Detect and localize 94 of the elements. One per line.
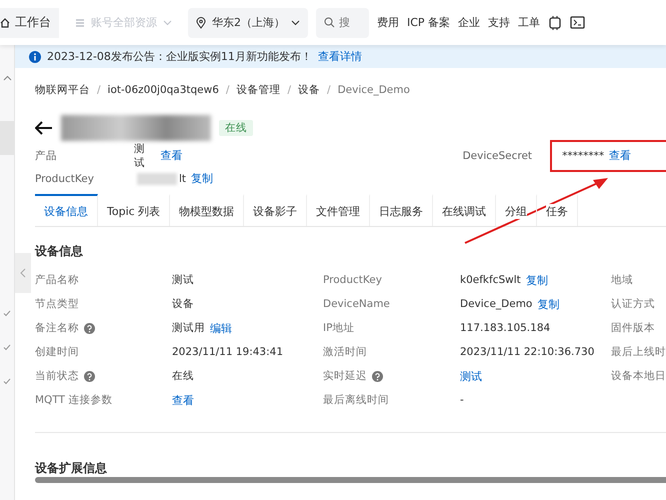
- tab[interactable]: 文件管理: [307, 194, 370, 226]
- action-link[interactable]: 查看: [172, 392, 194, 408]
- nav-link[interactable]: 支持: [488, 15, 510, 30]
- check-icon: [3, 378, 11, 385]
- caret-icon: [291, 20, 300, 26]
- search-field[interactable]: 搜: [316, 8, 369, 38]
- tab[interactable]: 物模型数据: [170, 194, 244, 226]
- breadcrumb-link[interactable]: 物联网平台: [35, 83, 90, 97]
- field-value: k0efkfcSwlt: [460, 274, 521, 286]
- field-label: 认证方式: [611, 297, 655, 311]
- field-value: 测试: [134, 142, 146, 170]
- field-value: 测试用: [172, 321, 205, 335]
- scrollbar[interactable]: [35, 477, 666, 483]
- region-dropdown[interactable]: 华东2（上海）: [188, 8, 308, 38]
- tab[interactable]: 设备信息: [35, 194, 98, 226]
- field-label: 创建时间: [35, 345, 79, 359]
- field-value: -: [460, 394, 464, 406]
- field-label: 产品名称: [35, 273, 79, 287]
- tab[interactable]: 日志服务: [370, 194, 434, 226]
- tab[interactable]: 任务: [537, 194, 578, 226]
- terminal-icon[interactable]: [570, 16, 586, 29]
- info-icon: [29, 50, 41, 62]
- secret-value: ********: [562, 150, 604, 162]
- field-value: 117.183.105.184: [460, 322, 550, 334]
- field-label: DeviceName: [323, 298, 390, 310]
- field-label: 最后上线时: [611, 345, 666, 359]
- field-label: IP地址: [323, 321, 354, 335]
- check-icon: [3, 310, 11, 317]
- tab[interactable]: Topic 列表: [98, 194, 170, 226]
- collapse-handle[interactable]: [15, 253, 31, 293]
- caret-icon: [163, 20, 172, 26]
- search-icon: [324, 17, 335, 28]
- details-link[interactable]: 查看详情: [318, 49, 362, 64]
- notice-text: 2023-12-08发布公告：企业版实例11月新功能发布！: [47, 49, 312, 64]
- stack-icon: [75, 18, 85, 28]
- field-label: 实时延迟: [323, 369, 367, 383]
- breadcrumb-separator: /: [327, 84, 331, 96]
- chevron-up-icon[interactable]: [2, 75, 12, 81]
- nav-link[interactable]: 企业: [458, 15, 480, 30]
- action-link[interactable]: 复制: [537, 296, 560, 312]
- breadcrumb-link[interactable]: iot-06z00j0qa3tqew6: [108, 84, 219, 96]
- tab[interactable]: 分组: [496, 194, 538, 226]
- chevron-left-icon: [20, 268, 26, 278]
- field-label: 地域: [611, 273, 633, 287]
- field-label: 备注名称: [35, 321, 79, 335]
- field-label: MQTT 连接参数: [35, 393, 112, 407]
- home-icon: [0, 18, 10, 28]
- tab[interactable]: 设备影子: [244, 194, 308, 226]
- field-value: 测试: [172, 273, 194, 287]
- view-link[interactable]: 查看: [609, 148, 632, 163]
- location-pin-icon: [196, 16, 206, 28]
- field-label: 激活时间: [323, 345, 367, 359]
- field-label: 节点类型: [35, 297, 79, 311]
- breadcrumb-separator: /: [287, 84, 292, 96]
- view-link[interactable]: 查看: [160, 148, 183, 163]
- copy-link[interactable]: 复制: [191, 171, 214, 186]
- field-value: lt: [179, 172, 186, 184]
- field-value: 2023/11/11 22:10:36.730: [460, 346, 594, 358]
- action-link[interactable]: 复制: [526, 272, 548, 288]
- field-label: ProductKey: [323, 274, 382, 286]
- breadcrumb-link[interactable]: 设备: [298, 83, 320, 97]
- chip-icon[interactable]: [548, 16, 562, 30]
- nav-link[interactable]: 费用: [377, 15, 399, 30]
- action-link[interactable]: 编辑: [210, 320, 232, 336]
- field-label: 产品: [35, 148, 58, 162]
- nav-link[interactable]: ICP 备案: [407, 15, 450, 30]
- breadcrumb-link[interactable]: 设备管理: [236, 83, 280, 97]
- field-value: 2023/11/11 19:43:41: [172, 346, 284, 358]
- help-icon[interactable]: [84, 370, 95, 382]
- back-arrow-icon[interactable]: [35, 121, 53, 135]
- status-tag: 在线: [219, 120, 253, 136]
- tab[interactable]: 在线调试: [433, 194, 496, 226]
- field-value: Device_Demo: [460, 298, 532, 310]
- field-label: ProductKey: [35, 172, 95, 184]
- help-icon[interactable]: [84, 322, 95, 334]
- help-icon[interactable]: [372, 370, 383, 382]
- field-label: 设备本地日: [611, 369, 666, 383]
- breadcrumb-separator: /: [226, 84, 230, 96]
- search-input[interactable]: 搜: [339, 16, 359, 29]
- field-label: DeviceSecret: [462, 150, 534, 162]
- breadcrumb-separator: /: [97, 84, 101, 96]
- field-value: 在线: [172, 369, 194, 383]
- field-value: 设备: [172, 297, 194, 311]
- action-link[interactable]: 测试: [460, 368, 482, 384]
- field-label: 最后离线时间: [323, 393, 389, 407]
- check-icon: [3, 344, 11, 351]
- section-title: 设备信息: [35, 243, 84, 260]
- nav-link[interactable]: 工单: [518, 15, 540, 30]
- field-label: 固件版本: [611, 321, 655, 335]
- breadcrumb-link[interactable]: Device_Demo: [338, 84, 410, 96]
- field-label: 当前状态: [35, 369, 79, 383]
- workbench-button[interactable]: 工作台: [0, 8, 59, 38]
- redacted-value: [137, 172, 177, 184]
- section-title: 设备扩展信息: [35, 460, 108, 477]
